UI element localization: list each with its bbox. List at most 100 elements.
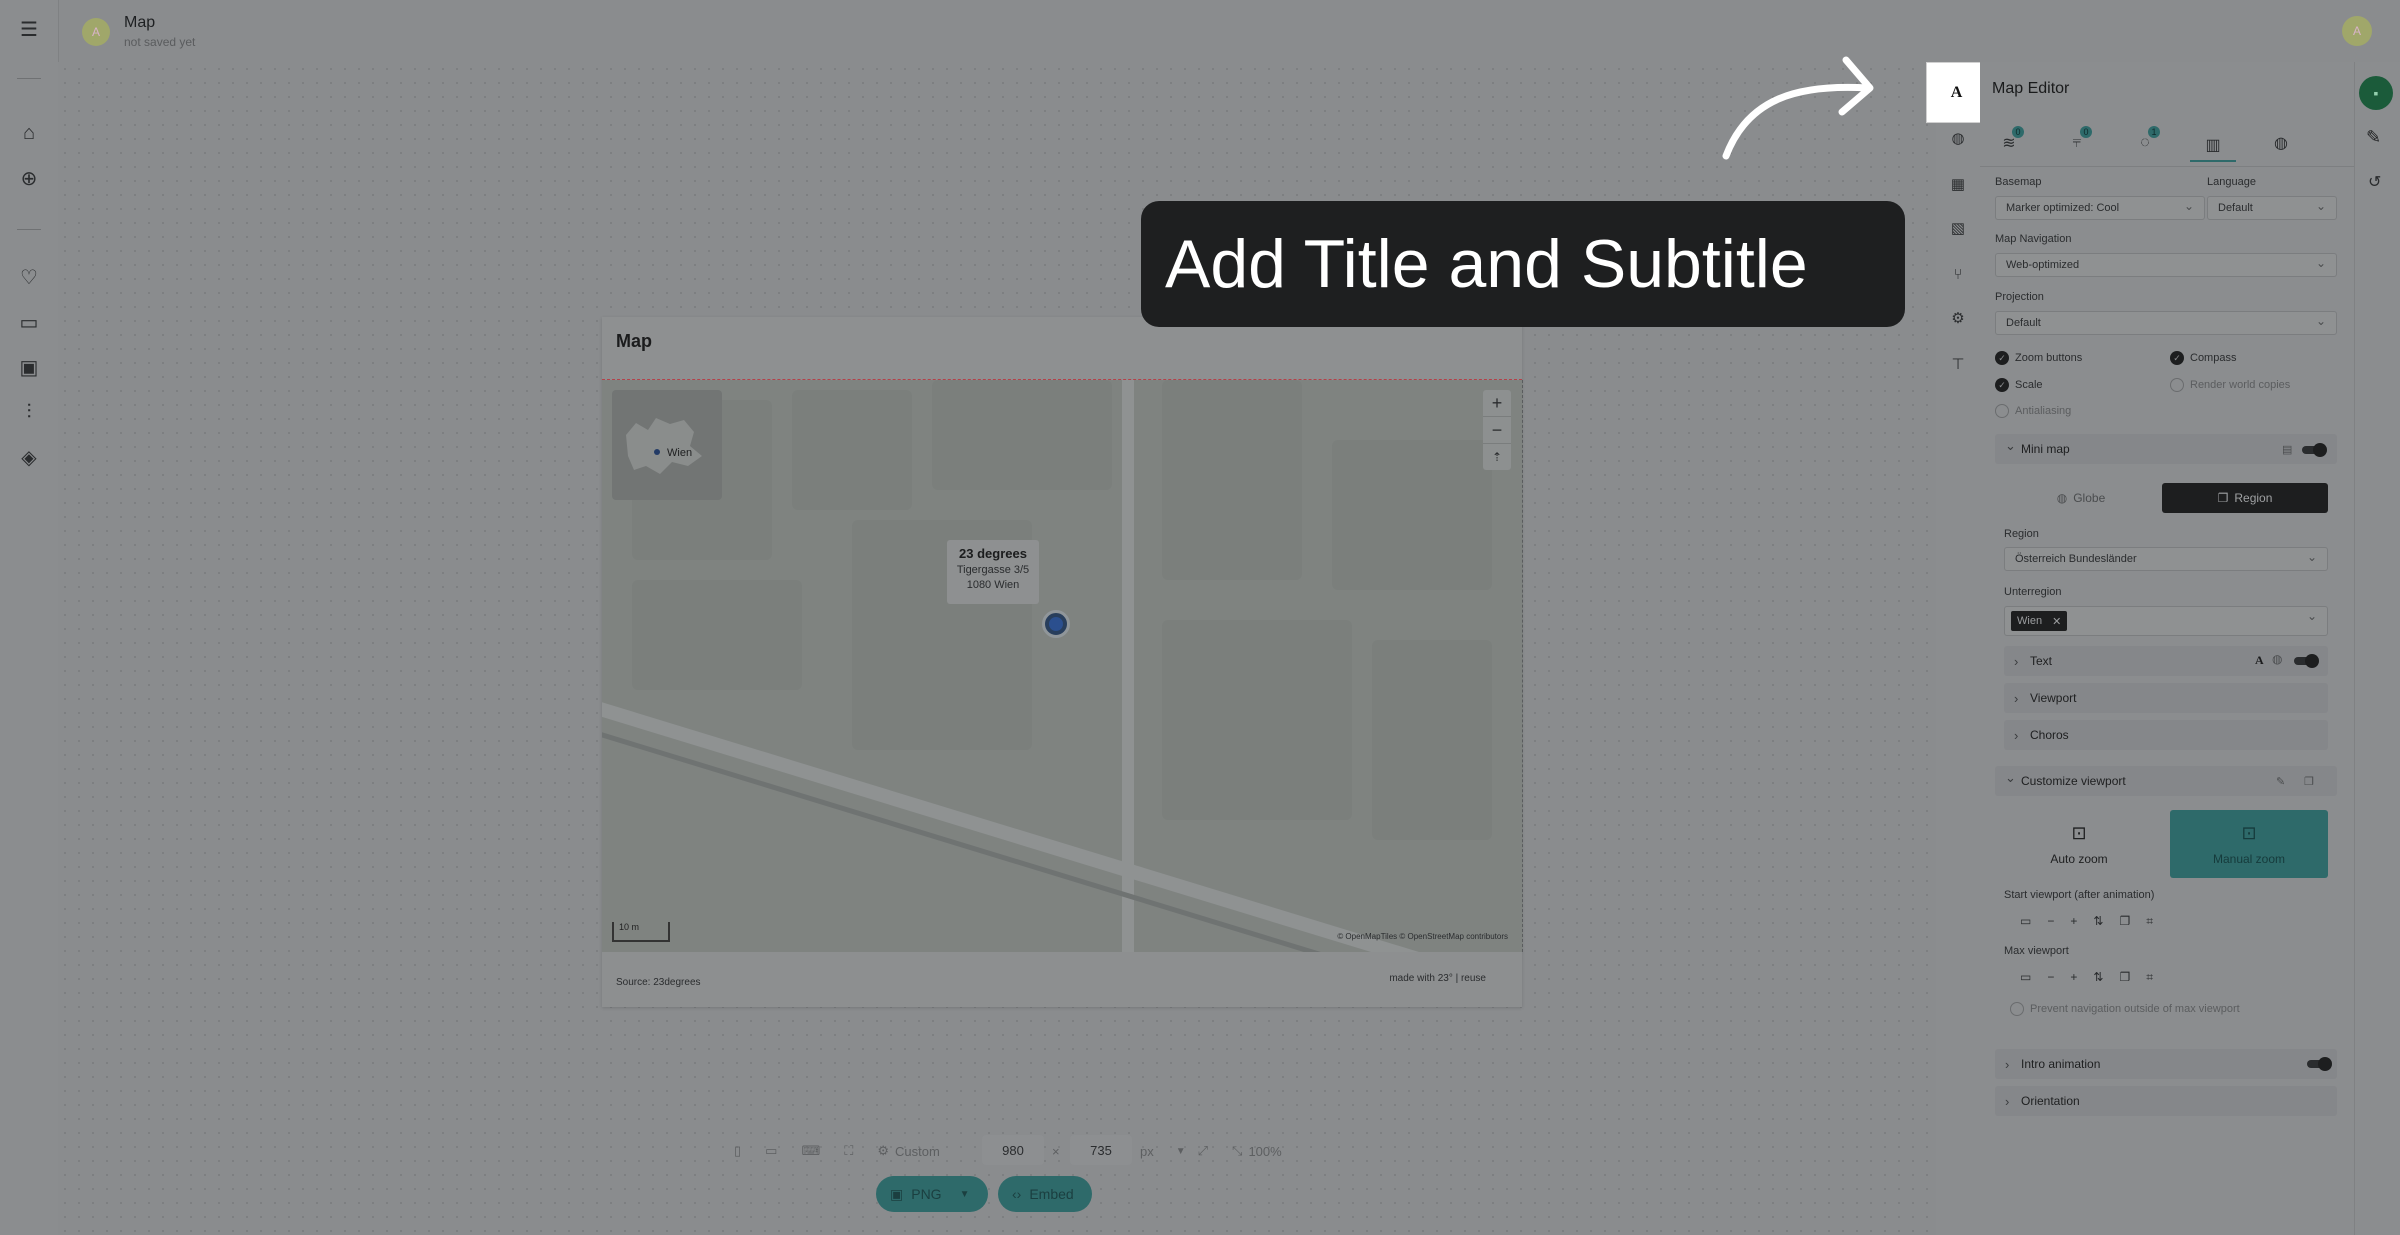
- tab-filter[interactable]: ⫧ 0: [2054, 126, 2100, 156]
- projection-select[interactable]: Default: [1995, 311, 2337, 335]
- copy-icon[interactable]: ❐: [2119, 970, 2130, 985]
- minimap-settings-icon[interactable]: ▤: [2282, 443, 2292, 456]
- text-toggle[interactable]: [2294, 654, 2319, 668]
- size-preset[interactable]: Custom: [895, 1144, 940, 1159]
- minus-icon[interactable]: −: [2047, 970, 2054, 985]
- intro-animation-toggle[interactable]: [2307, 1057, 2332, 1071]
- subregion-label: Unterregion: [2004, 586, 2062, 598]
- minus-icon[interactable]: −: [2047, 914, 2054, 929]
- minimap-globe-option[interactable]: ◍ Globe: [2004, 483, 2158, 513]
- home-icon[interactable]: ⌂: [17, 121, 41, 145]
- minimap-region-option[interactable]: ❐ Region: [2162, 483, 2328, 513]
- basemap-select[interactable]: Marker optimized: Cool: [1995, 196, 2205, 220]
- sliders-icon[interactable]: ⫶: [17, 400, 41, 424]
- tab-layers[interactable]: ≋ 0: [1986, 126, 2032, 156]
- menu-icon[interactable]: ☰: [17, 17, 41, 41]
- prevent-navigation-checkbox[interactable]: Prevent navigation outside of max viewpo…: [2010, 1002, 2240, 1016]
- embed-button[interactable]: ‹› Embed: [998, 1176, 1092, 1212]
- region-select[interactable]: Österreich Bundesländer: [2004, 547, 2328, 571]
- tab-map[interactable]: ▥: [2190, 130, 2236, 162]
- width-input[interactable]: 980: [982, 1135, 1044, 1165]
- copy-icon[interactable]: ❐: [2119, 914, 2130, 929]
- presentation-icon[interactable]: ▧: [1946, 216, 1970, 240]
- zoom-in-button[interactable]: +: [1483, 390, 1511, 417]
- navigation-select[interactable]: Web-optimized: [1995, 253, 2337, 277]
- text-tool-highlight[interactable]: A: [1926, 62, 1987, 123]
- compass-icon[interactable]: ⇡: [1483, 444, 1511, 470]
- grid-icon[interactable]: ▦: [1946, 172, 1970, 196]
- phone-icon[interactable]: ▯: [734, 1143, 741, 1159]
- compass-checkbox[interactable]: ✓ Compass: [2170, 351, 2236, 365]
- scale-checkbox[interactable]: ✓ Scale: [1995, 378, 2043, 392]
- swap-icon[interactable]: ⇅: [2093, 970, 2103, 985]
- antialiasing-checkbox[interactable]: Antialiasing: [1995, 404, 2071, 418]
- plus-icon[interactable]: +: [2070, 970, 2077, 985]
- plus-icon[interactable]: +: [2070, 914, 2077, 929]
- tab-globe[interactable]: ◍: [2258, 130, 2304, 156]
- fit-icon[interactable]: ⤡: [1232, 1143, 1242, 1159]
- mini-map-toggle[interactable]: [2302, 443, 2327, 457]
- image-icon[interactable]: ▣: [17, 355, 41, 379]
- zoom-out-button[interactable]: −: [1483, 417, 1511, 444]
- project-avatar: A: [82, 18, 110, 46]
- unit-select[interactable]: px ▼ ⤢ ⤡ 100%: [1140, 1138, 1282, 1164]
- auto-zoom-option[interactable]: ⊡ Auto zoom: [2004, 810, 2154, 878]
- pencil-icon[interactable]: ✎: [2366, 127, 2381, 148]
- page-title[interactable]: Map: [124, 14, 155, 32]
- subregion-select[interactable]: Wien ✕: [2004, 606, 2328, 636]
- choros-section[interactable]: Choros: [2004, 720, 2328, 750]
- branch-icon[interactable]: ⑂: [1946, 262, 1970, 286]
- markers-badge: 1: [2148, 126, 2160, 138]
- manual-zoom-option[interactable]: ⊡ Manual zoom: [2170, 810, 2328, 878]
- chevron-down-icon[interactable]: ▼: [960, 1189, 970, 1200]
- map-marker[interactable]: [1042, 610, 1070, 638]
- export-png-button[interactable]: ▣ PNG ▼: [876, 1176, 988, 1212]
- camera-icon[interactable]: ▭: [2020, 970, 2031, 985]
- undo-icon[interactable]: ↺: [2368, 172, 2381, 192]
- graduation-cap-icon[interactable]: ◈: [17, 445, 41, 469]
- viewport-section-label: Viewport: [2030, 691, 2077, 705]
- map-view[interactable]: Wien + − ⇡ 23 degrees Tigergasse 3/5 108…: [602, 380, 1523, 952]
- zoom-controls: + − ⇡: [1483, 390, 1511, 470]
- fullscreen-icon[interactable]: ⛶: [844, 1143, 853, 1159]
- lock-ratio-icon[interactable]: ⤢: [1198, 1143, 1208, 1159]
- gear-icon[interactable]: ⚙: [1946, 306, 1970, 330]
- copy-viewport-icon[interactable]: ❐: [2304, 775, 2314, 788]
- minimap[interactable]: Wien: [612, 390, 722, 500]
- orientation-section[interactable]: Orientation: [1995, 1086, 2337, 1116]
- map-attribution[interactable]: © OpenMapTiles © OpenStreetMap contribut…: [1337, 932, 1508, 941]
- viewport-section[interactable]: Viewport: [2004, 683, 2328, 713]
- laptop-icon[interactable]: ⌨: [801, 1143, 820, 1159]
- tablet-icon[interactable]: ▭: [765, 1143, 777, 1159]
- auto-zoom-label: Auto zoom: [2050, 851, 2108, 866]
- save-button[interactable]: ▪: [2359, 76, 2393, 110]
- camera-icon[interactable]: ▭: [2020, 914, 2031, 929]
- user-avatar[interactable]: A: [2342, 16, 2372, 46]
- add-icon[interactable]: ⊕: [17, 166, 41, 190]
- text-style-icon[interactable]: A: [2255, 653, 2264, 668]
- globe-icon[interactable]: ◍: [1946, 126, 1970, 150]
- map-title[interactable]: Map: [616, 331, 652, 352]
- made-with-link[interactable]: made with 23° | reuse: [1389, 973, 1486, 984]
- language-select[interactable]: Default: [2207, 196, 2337, 220]
- edit-viewport-icon[interactable]: ✎: [2276, 775, 2285, 788]
- height-input[interactable]: 735: [1070, 1135, 1132, 1165]
- fit-icon[interactable]: ⌗: [2146, 914, 2153, 929]
- tab-markers[interactable]: ◌ 1: [2122, 126, 2168, 156]
- customize-viewport-section[interactable]: Customize viewport: [1995, 766, 2337, 796]
- intro-animation-section[interactable]: Intro animation: [1995, 1049, 2337, 1079]
- paint-roller-icon[interactable]: ⊤: [1946, 352, 1970, 376]
- fit-icon[interactable]: ⌗: [2146, 970, 2153, 985]
- heart-icon[interactable]: ♡: [17, 265, 41, 289]
- save-icon: ▪: [2373, 85, 2379, 101]
- folder-icon[interactable]: ▭: [17, 310, 41, 334]
- globe-icon[interactable]: ◍: [2272, 652, 2282, 666]
- swap-icon[interactable]: ⇅: [2093, 914, 2103, 929]
- code-icon: ‹›: [1012, 1186, 1022, 1202]
- basemap-label: Basemap: [1995, 176, 2042, 188]
- subregion-tag[interactable]: Wien ✕: [2011, 611, 2068, 631]
- close-icon[interactable]: ✕: [2052, 615, 2061, 628]
- render-world-copies-checkbox[interactable]: Render world copies: [2170, 378, 2290, 392]
- zoom-buttons-checkbox[interactable]: ✓ Zoom buttons: [1995, 351, 2082, 365]
- customize-viewport-label: Customize viewport: [2021, 774, 2126, 788]
